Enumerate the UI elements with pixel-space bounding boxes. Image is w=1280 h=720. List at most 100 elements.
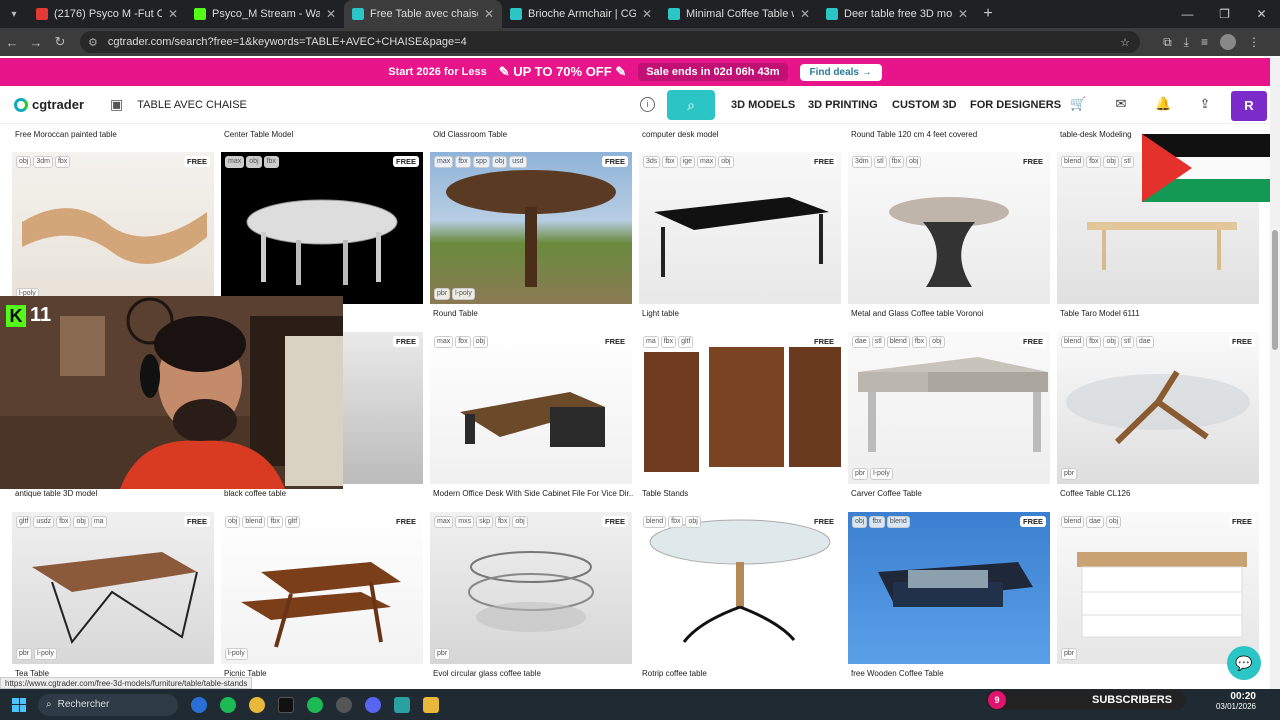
download-icon[interactable]: ⤓ <box>1184 35 1189 50</box>
model-card[interactable]: blend dae obj FREE pbr <box>1057 512 1259 664</box>
previous-card-title[interactable]: table-desk Modeling <box>1060 130 1132 139</box>
model-card[interactable]: gltf usdz fbx obj ma FREE pbr l-poly <box>12 512 214 664</box>
nav-custom-3d[interactable]: CUSTOM 3D <box>892 86 957 124</box>
model-card[interactable]: max mxs skp fbx obj FREE pbr <box>430 512 632 664</box>
previous-card-title[interactable]: Old Classroom Table <box>433 130 507 139</box>
model-title[interactable]: Light table <box>642 309 842 318</box>
image-search-icon[interactable]: ▣ <box>110 96 123 113</box>
browser-tab[interactable]: Deer table free 3D model | CG ✕ <box>818 0 976 28</box>
quality-tag: l-poly <box>225 648 248 660</box>
model-card[interactable]: max obj fbx FREE <box>221 152 423 304</box>
model-title[interactable]: Table Stands <box>642 489 842 498</box>
tab-favicon-icon <box>668 8 680 20</box>
spotify-2-icon[interactable] <box>307 696 323 713</box>
reading-list-icon[interactable]: ≡ <box>1201 35 1208 49</box>
taskbar-search[interactable]: ⌕ Rechercher <box>38 693 178 716</box>
profile-icon[interactable] <box>1220 34 1236 50</box>
model-card[interactable]: obj 3dm fbx FREE l-poly <box>12 152 214 304</box>
model-title[interactable]: Round Table <box>433 309 633 318</box>
model-title[interactable]: Modern Office Desk With Side Cabinet Fil… <box>433 489 633 498</box>
bookmark-star-icon[interactable]: ☆ <box>1120 36 1130 49</box>
obs-icon[interactable] <box>336 696 352 713</box>
model-card[interactable]: max fbx spp obj usd FREE pbr l-poly <box>430 152 632 304</box>
model-title[interactable]: Coffee Table CL126 <box>1060 489 1260 498</box>
browser-tab[interactable]: (2176) Psyco M -Fut Champ ep ✕ <box>28 0 186 28</box>
model-card[interactable]: ma fbx gltf FREE <box>639 332 841 484</box>
model-card[interactable]: blend fbx obj stl dae FREE pbr <box>1057 332 1259 484</box>
chat-support-button[interactable]: 💬 <box>1227 646 1261 680</box>
cgtrader-logo[interactable]: cgtrader <box>14 97 84 112</box>
tab-close-icon[interactable]: ✕ <box>800 7 810 21</box>
menu-icon[interactable]: ⋮ <box>1248 35 1260 49</box>
model-card[interactable]: 3dm stl fbx obj FREE <box>848 152 1050 304</box>
browser-tab[interactable]: Brioche Armchair | CGTrader ✕ <box>502 0 660 28</box>
discord-icon[interactable] <box>365 696 381 713</box>
file-explorer-icon[interactable] <box>423 696 439 713</box>
new-tab-button[interactable]: + <box>976 5 1000 23</box>
info-icon[interactable]: i <box>640 97 655 112</box>
tab-close-icon[interactable]: ✕ <box>484 7 494 21</box>
browser-tab[interactable]: Free Table avec chaise 3D Mod ✕ <box>344 0 502 28</box>
model-card[interactable]: obj blend fbx gltf FREE l-poly <box>221 512 423 664</box>
forward-icon[interactable]: → <box>24 35 48 50</box>
model-title[interactable]: Evol circular glass coffee table <box>433 669 633 678</box>
model-preview-shape <box>848 152 1050 304</box>
address-bar[interactable]: ⚙ cgtrader.com/search?free=1&keywords=TA… <box>80 31 1140 53</box>
extensions-icon[interactable]: ⧉ <box>1163 35 1172 50</box>
model-card[interactable]: 3ds fbx ige max obj FREE <box>639 152 841 304</box>
model-title[interactable]: free Wooden Coffee Table <box>851 669 1051 678</box>
restore-icon[interactable]: ❐ <box>1206 0 1243 28</box>
spotify-icon[interactable] <box>220 696 236 713</box>
minimize-icon[interactable]: — <box>1169 0 1206 28</box>
nav-3d-printing[interactable]: 3D PRINTING <box>808 86 878 124</box>
kick-counter: K 11 <box>6 304 51 327</box>
model-title[interactable]: Metal and Glass Coffee table Voronoi <box>851 309 1051 318</box>
model-title[interactable]: Carver Coffee Table <box>851 489 1051 498</box>
tab-close-icon[interactable]: ✕ <box>958 7 968 21</box>
page-scrollbar[interactable] <box>1270 58 1280 689</box>
model-title[interactable]: antique table 3D model <box>15 489 215 498</box>
nav-for-designers[interactable]: FOR DESIGNERS <box>970 86 1061 124</box>
upload-icon[interactable]: ⇪ <box>1197 96 1213 112</box>
model-title[interactable]: Picnic Table <box>224 669 424 678</box>
edge-icon[interactable] <box>191 696 207 713</box>
previous-card-title[interactable]: Center Table Model <box>224 130 293 139</box>
model-title[interactable]: black coffee table <box>224 489 424 498</box>
tab-close-icon[interactable]: ✕ <box>326 7 336 21</box>
search-button[interactable]: ⌕ <box>667 90 715 120</box>
model-card[interactable]: max fbx obj FREE <box>430 332 632 484</box>
scrollbar-thumb[interactable] <box>1272 230 1278 350</box>
model-title[interactable]: Table Taro Model 6111 <box>1060 309 1260 318</box>
site-info-icon[interactable]: ⚙ <box>88 36 98 49</box>
mail-icon[interactable]: ✉ <box>1113 96 1129 112</box>
find-deals-button[interactable]: Find deals → <box>799 63 882 81</box>
nav-3d-models[interactable]: 3D MODELS <box>731 86 795 124</box>
close-window-icon[interactable]: ✕ <box>1243 0 1280 28</box>
tab-favicon-icon <box>510 8 522 20</box>
browser-tab[interactable]: Minimal Coffee Table with Boo ✕ <box>660 0 818 28</box>
previous-card-title[interactable]: Free Moroccan painted table <box>15 130 117 139</box>
app-icon[interactable] <box>394 696 410 713</box>
tiktok-icon[interactable] <box>278 696 294 713</box>
notifications-bell-icon[interactable]: 🔔 <box>1155 96 1171 112</box>
format-tag: mxs <box>455 516 475 528</box>
cart-icon[interactable]: 🛒 <box>1070 96 1086 112</box>
user-avatar[interactable]: R <box>1231 91 1267 121</box>
model-card[interactable]: blend fbx obj FREE <box>639 512 841 664</box>
search-input[interactable]: TABLE AVEC CHAISE <box>137 99 247 111</box>
windows-start-icon[interactable] <box>12 697 26 712</box>
tab-close-icon[interactable]: ✕ <box>642 7 652 21</box>
browser-tab[interactable]: Psyco_M Stream - Watch Live o ✕ <box>186 0 344 28</box>
back-icon[interactable]: ← <box>0 35 24 50</box>
previous-card-title[interactable]: Round Table 120 cm 4 feet covered <box>851 130 977 139</box>
promo-offer: ✎ UP TO 70% OFF ✎ <box>498 64 627 79</box>
tab-close-icon[interactable]: ✕ <box>168 7 178 21</box>
model-card[interactable]: dae stl blend fbx obj FREE pbr l-poly <box>848 332 1050 484</box>
model-card[interactable]: obj fbx blend FREE <box>848 512 1050 664</box>
chrome-icon[interactable] <box>249 696 265 713</box>
previous-card-title[interactable]: computer desk model <box>642 130 718 139</box>
reload-icon[interactable]: ↻ <box>48 34 72 50</box>
model-title[interactable]: Rotrip coffee table <box>642 669 842 678</box>
tab-search-icon[interactable]: ▾ <box>0 0 28 28</box>
find-deals-label: Find deals <box>809 66 859 78</box>
